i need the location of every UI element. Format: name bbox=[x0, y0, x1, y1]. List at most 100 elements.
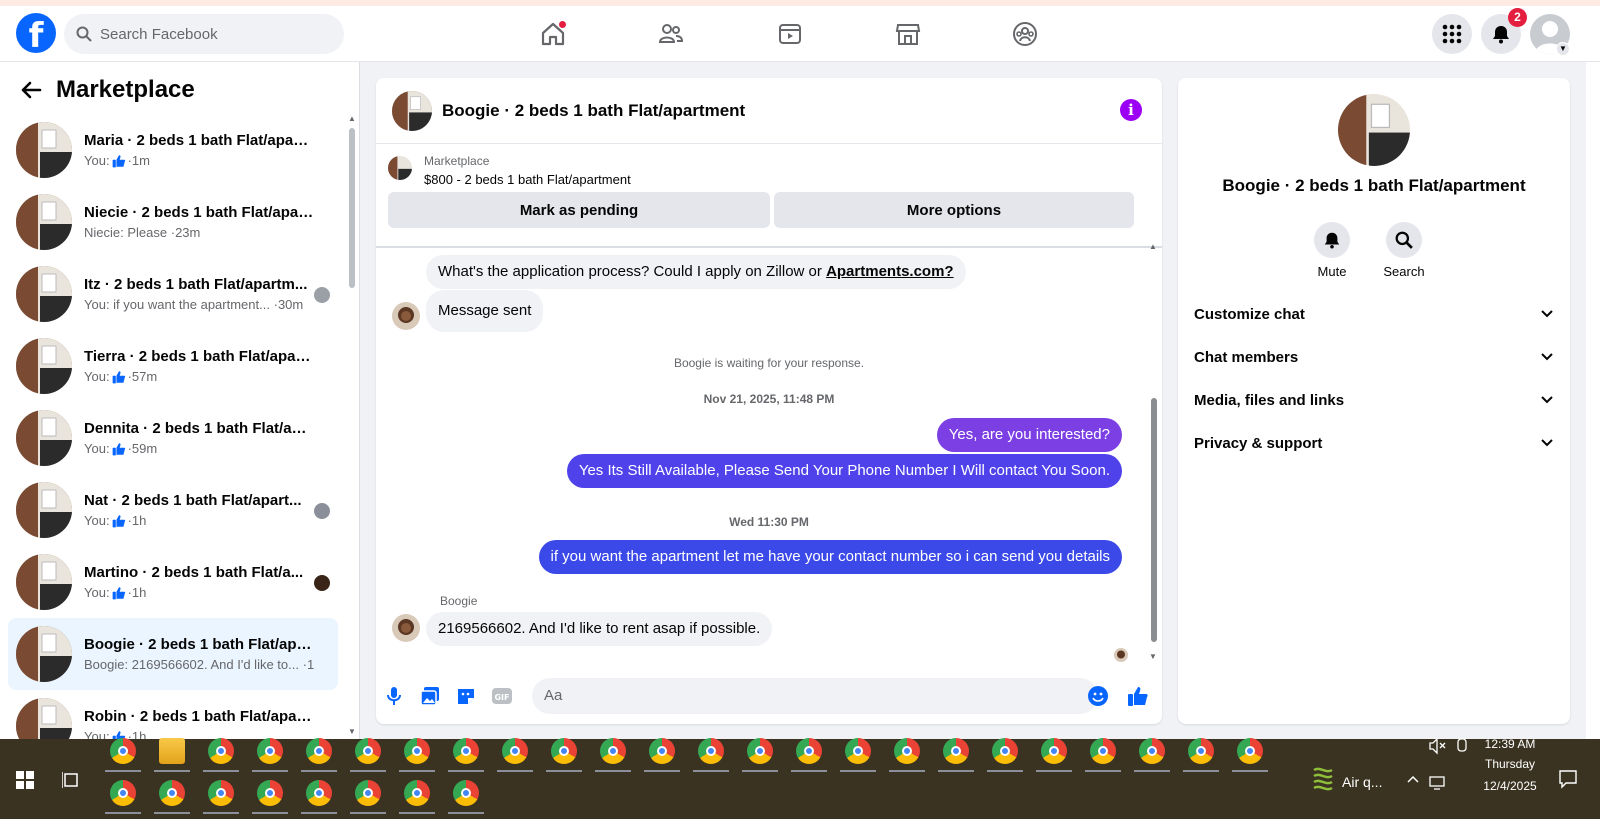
chrome-app-icon[interactable] bbox=[208, 780, 234, 806]
facebook-logo[interactable]: f bbox=[16, 13, 56, 53]
sidebar-scrollbar[interactable] bbox=[349, 128, 355, 288]
voice-clip-button[interactable] bbox=[382, 684, 406, 708]
sender-avatar[interactable] bbox=[392, 614, 420, 642]
info-icon[interactable]: i bbox=[1120, 99, 1142, 121]
notification-center-icon[interactable] bbox=[1558, 769, 1578, 789]
chat-scroll-down-arrow[interactable]: ▼ bbox=[1149, 652, 1157, 661]
chrome-app-icon[interactable] bbox=[600, 738, 626, 764]
chrome-app-icon[interactable] bbox=[110, 780, 136, 806]
chrome-app-icon[interactable] bbox=[992, 738, 1018, 764]
chat-members-section[interactable]: Chat members bbox=[1194, 337, 1554, 377]
message-bubble-outgoing[interactable]: Yes Its Still Available, Please Send You… bbox=[566, 454, 1122, 488]
back-arrow-icon[interactable] bbox=[20, 79, 42, 101]
gif-button[interactable]: GIF bbox=[490, 684, 514, 708]
page-scrollbar[interactable] bbox=[1586, 62, 1600, 739]
speaker-muted-icon[interactable] bbox=[1428, 737, 1446, 755]
conversation-item[interactable]: Niecie · 2 beds 1 bath Flat/apart... Niec… bbox=[8, 186, 338, 258]
message-bubble-incoming[interactable]: Message sent bbox=[426, 290, 544, 332]
nav-friends[interactable] bbox=[651, 14, 691, 54]
nav-video[interactable] bbox=[770, 14, 810, 54]
chrome-app-icon[interactable] bbox=[355, 780, 381, 806]
customize-chat-section[interactable]: Customize chat bbox=[1194, 294, 1554, 334]
chrome-app-icon[interactable] bbox=[257, 780, 283, 806]
clock-day[interactable]: Thursday bbox=[1472, 757, 1548, 771]
listing-photo[interactable] bbox=[1338, 94, 1410, 166]
sticker-button[interactable] bbox=[454, 684, 478, 708]
chrome-app-icon[interactable] bbox=[943, 738, 969, 764]
chrome-app-icon[interactable] bbox=[698, 738, 724, 764]
message-bubble-outgoing[interactable]: if you want the apartment let me have yo… bbox=[538, 540, 1122, 574]
chat-scroll-up-arrow[interactable]: ▲ bbox=[1149, 242, 1157, 251]
network-icon[interactable] bbox=[1428, 776, 1446, 790]
clock-time[interactable]: 12:39 AM bbox=[1472, 737, 1548, 751]
conversation-item[interactable]: Tierra · 2 beds 1 bath Flat/apart... You:… bbox=[8, 330, 338, 402]
chrome-app-icon[interactable] bbox=[208, 738, 234, 764]
chevron-down-icon[interactable]: ▼ bbox=[1556, 42, 1570, 56]
chrome-app-icon[interactable] bbox=[1090, 738, 1116, 764]
chrome-app-icon[interactable] bbox=[404, 738, 430, 764]
chat-avatar[interactable] bbox=[392, 90, 432, 131]
conversation-item[interactable]: Nat · 2 beds 1 bath Flat/apart... You: · 1h bbox=[8, 474, 338, 546]
message-bubble-outgoing[interactable]: Yes, are you interested? bbox=[936, 418, 1122, 452]
weather-widget-label[interactable]: Air q... bbox=[1342, 774, 1382, 790]
chrome-app-icon[interactable] bbox=[257, 738, 283, 764]
apartments-link[interactable]: Apartments.com? bbox=[826, 263, 954, 280]
chrome-app-icon[interactable] bbox=[355, 738, 381, 764]
conversation-item[interactable]: Dennita · 2 beds 1 bath Flat/apa... You: ·… bbox=[8, 402, 338, 474]
listing-title[interactable]: $800 - 2 beds 1 bath Flat/apartment bbox=[424, 172, 631, 187]
chrome-app-icon[interactable] bbox=[159, 780, 185, 806]
sidebar-title: Marketplace bbox=[56, 76, 195, 103]
windows-start-icon[interactable] bbox=[16, 771, 34, 789]
media-files-links-section[interactable]: Media, files and links bbox=[1194, 380, 1554, 420]
chrome-app-icon[interactable] bbox=[1139, 738, 1165, 764]
chevron-up-icon[interactable] bbox=[1406, 772, 1420, 786]
camera-mic-icon[interactable] bbox=[1454, 737, 1470, 755]
chat-scrollbar[interactable] bbox=[1151, 398, 1157, 642]
chrome-app-icon[interactable] bbox=[747, 738, 773, 764]
chrome-app-icon[interactable] bbox=[1188, 738, 1214, 764]
clock-date[interactable]: 12/4/2025 bbox=[1472, 779, 1548, 793]
nav-marketplace[interactable] bbox=[888, 14, 928, 54]
timestamp-divider: Wed 11:30 PM bbox=[729, 515, 809, 529]
task-view-icon[interactable] bbox=[62, 771, 80, 789]
more-options-button[interactable]: More options bbox=[774, 192, 1134, 228]
search-facebook-input[interactable]: Search Facebook bbox=[64, 14, 344, 54]
chrome-app-icon[interactable] bbox=[649, 738, 675, 764]
chrome-app-icon[interactable] bbox=[845, 738, 871, 764]
air-quality-icon[interactable] bbox=[1312, 766, 1334, 792]
chrome-app-icon[interactable] bbox=[110, 738, 136, 764]
search-in-conversation-action[interactable]: Search bbox=[1374, 222, 1434, 279]
scroll-down-arrow[interactable]: ▼ bbox=[348, 727, 356, 736]
chrome-app-icon[interactable] bbox=[1237, 738, 1263, 764]
conversation-item[interactable]: Itz · 2 beds 1 bath Flat/apartm... You: i… bbox=[8, 258, 338, 330]
menu-button[interactable] bbox=[1432, 14, 1472, 54]
chrome-app-icon[interactable] bbox=[796, 738, 822, 764]
attach-photo-button[interactable] bbox=[418, 684, 442, 708]
privacy-support-section[interactable]: Privacy & support bbox=[1194, 423, 1554, 463]
chrome-app-icon[interactable] bbox=[306, 780, 332, 806]
nav-home[interactable] bbox=[533, 14, 573, 54]
send-like-button[interactable] bbox=[1126, 684, 1150, 708]
mark-as-pending-button[interactable]: Mark as pending bbox=[388, 192, 770, 228]
chrome-app-icon[interactable] bbox=[453, 780, 479, 806]
message-bubble-incoming[interactable]: What's the application process? Could I … bbox=[426, 255, 966, 289]
notifications-button[interactable]: 2 bbox=[1481, 8, 1527, 54]
conversation-item[interactable]: Maria · 2 beds 1 bath Flat/apart... You: ·… bbox=[8, 114, 338, 186]
conversation-item[interactable]: Boogie · 2 beds 1 bath Flat/apar... Boogi… bbox=[8, 618, 338, 690]
chrome-app-icon[interactable] bbox=[1041, 738, 1067, 764]
emoji-button[interactable] bbox=[1088, 686, 1108, 706]
nav-groups[interactable] bbox=[1005, 14, 1045, 54]
scroll-up-arrow[interactable]: ▲ bbox=[348, 114, 356, 123]
chrome-app-icon[interactable] bbox=[502, 738, 528, 764]
message-bubble-incoming[interactable]: 2169566602. And I'd like to rent asap if… bbox=[426, 612, 773, 646]
chrome-app-icon[interactable] bbox=[306, 738, 332, 764]
conversation-item[interactable]: Martino · 2 beds 1 bath Flat/a... You: · 1h bbox=[8, 546, 338, 618]
mute-action[interactable]: Mute bbox=[1302, 222, 1362, 279]
chrome-app-icon[interactable] bbox=[404, 780, 430, 806]
message-input[interactable]: Aa bbox=[532, 678, 1098, 714]
chrome-app-icon[interactable] bbox=[894, 738, 920, 764]
sender-avatar[interactable] bbox=[392, 302, 420, 330]
chrome-app-icon[interactable] bbox=[551, 738, 577, 764]
file-explorer-icon[interactable] bbox=[159, 738, 185, 764]
chrome-app-icon[interactable] bbox=[453, 738, 479, 764]
